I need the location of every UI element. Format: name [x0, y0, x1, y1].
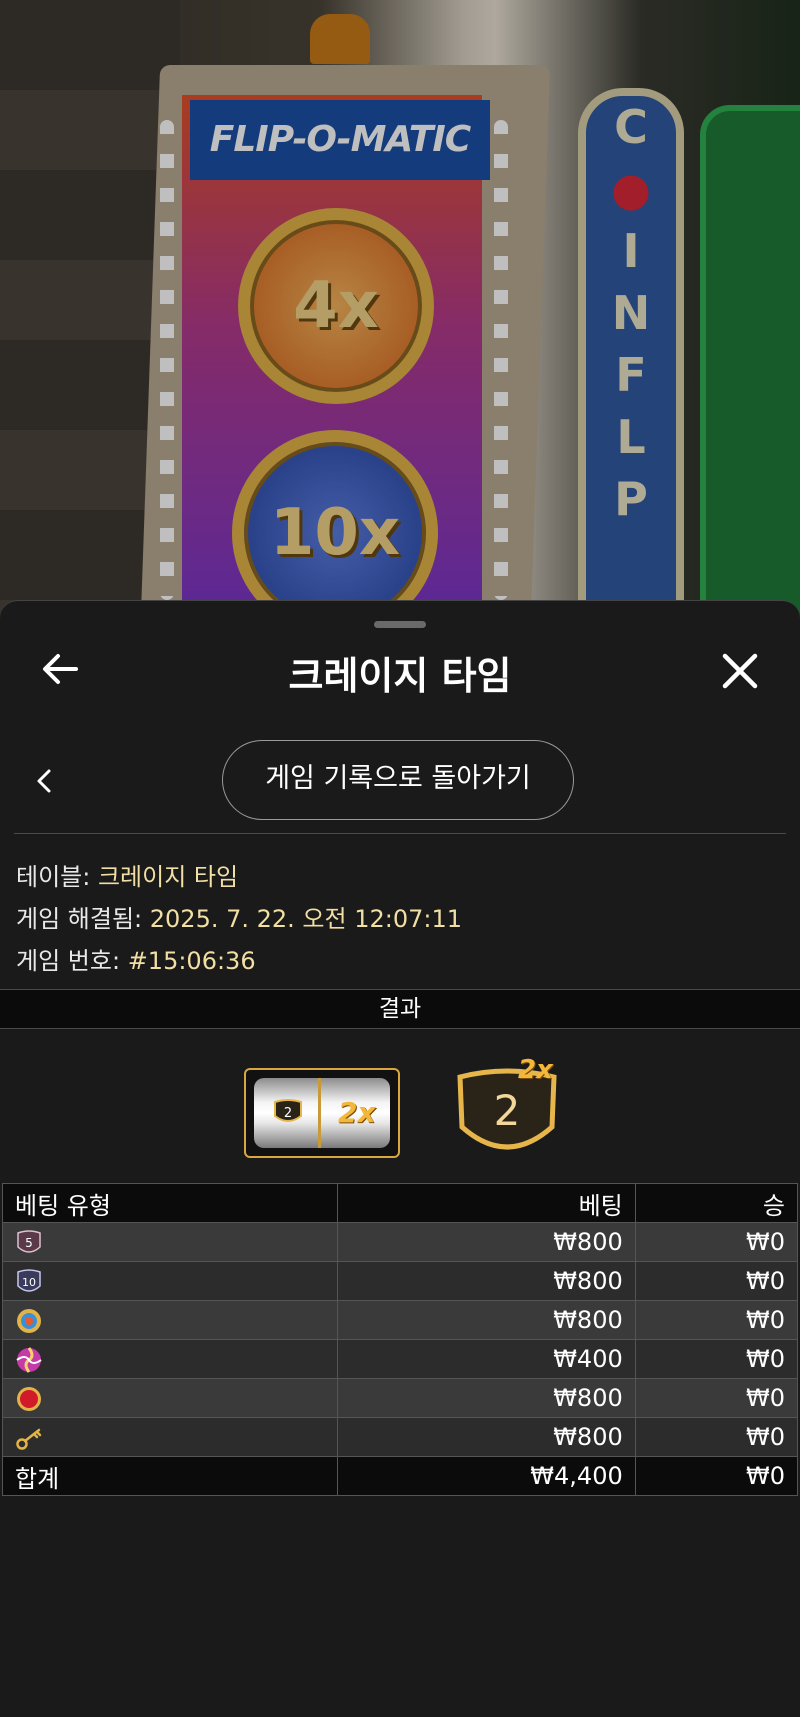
win-amount: ₩0 — [634, 1378, 799, 1418]
game-number-label: 게임 번호: — [16, 947, 121, 975]
resolved-label: 게임 해결됨: — [16, 905, 143, 933]
total-bet: ₩4,400 — [337, 1456, 636, 1496]
bet-amount: ₩800 — [337, 1261, 636, 1301]
close-icon[interactable] — [720, 651, 760, 691]
table-header-row: 베팅 유형 베팅 승 — [2, 1183, 799, 1223]
win-amount: ₩0 — [634, 1339, 799, 1379]
bet-amount: ₩800 — [337, 1222, 636, 1262]
section-divider — [14, 833, 786, 834]
bet-amount: ₩400 — [337, 1339, 636, 1379]
table-info: 테이블: 크레이지 타임 — [16, 857, 238, 892]
crazy-time-key-icon — [16, 1428, 42, 1450]
win-amount: ₩0 — [634, 1261, 799, 1301]
pachinko-icon — [16, 1346, 42, 1373]
game-number-info: 게임 번호: #15:06:36 — [16, 941, 256, 976]
cash-hunt-icon — [17, 1386, 41, 1411]
resolved-value: 2025. 7. 22. 오전 12:07:11 — [149, 905, 463, 933]
video-dim-overlay — [0, 0, 800, 620]
column-win: 승 — [634, 1183, 799, 1223]
coin-flip-icon — [17, 1308, 41, 1333]
table-row: 5 ₩800 ₩0 — [2, 1222, 799, 1262]
table-row: 10 ₩800 ₩0 — [2, 1261, 799, 1301]
back-to-history-button[interactable]: 게임 기록으로 돌아가기 — [222, 740, 574, 820]
slot-multiplier: 2x — [338, 1096, 376, 1129]
shield-2-icon: 2 — [274, 1099, 302, 1122]
bet-type-cell — [2, 1417, 338, 1457]
icon-text: 10 — [22, 1276, 36, 1289]
slot-separator — [318, 1078, 321, 1148]
bets-table: 베팅 유형 베팅 승 5 ₩800 ₩0 10 ₩800 ₩0 ₩800 ₩0 … — [2, 1183, 799, 1496]
icon-text: 5 — [25, 1236, 33, 1250]
sheet-drag-handle[interactable] — [374, 621, 426, 628]
column-bet-type: 베팅 유형 — [2, 1183, 338, 1223]
total-label: 합계 — [2, 1456, 338, 1496]
slot-value: 2 — [284, 1106, 292, 1121]
table-total-row: 합계 ₩4,400 ₩0 — [2, 1456, 799, 1496]
bet-type-cell — [2, 1378, 338, 1418]
win-amount: ₩0 — [634, 1300, 799, 1340]
shield-5-icon: 5 — [17, 1229, 41, 1253]
bet-amount: ₩800 — [337, 1300, 636, 1340]
live-video-background: FLIP-O-MATIC 4x 10x C ● I N F L P — [0, 0, 800, 620]
bet-amount: ₩800 — [337, 1378, 636, 1418]
table-row: ₩800 ₩0 — [2, 1378, 799, 1418]
bet-type-cell — [2, 1300, 338, 1340]
table-row: ₩400 ₩0 — [2, 1339, 799, 1379]
results-header: 결과 — [0, 989, 800, 1029]
total-win: ₩0 — [634, 1456, 799, 1496]
resolved-info: 게임 해결됨: 2025. 7. 22. 오전 12:07:11 — [16, 899, 462, 934]
bet-type-cell — [2, 1339, 338, 1379]
game-number-value: #15:06:36 — [127, 947, 256, 975]
table-label: 테이블: — [16, 863, 91, 891]
bet-type-cell: 5 — [2, 1222, 338, 1262]
chevron-left-icon[interactable] — [30, 766, 60, 796]
sheet-title: 크레이지 타임 — [288, 654, 512, 698]
outcome-value: 2 — [494, 1086, 521, 1135]
game-details-sheet: 크레이지 타임 게임 기록으로 돌아가기 테이블: 크레이지 타임 게임 해결됨… — [0, 600, 800, 1717]
outcome-multiplier: 2x — [518, 1055, 553, 1085]
win-amount: ₩0 — [634, 1222, 799, 1262]
bet-type-cell: 10 — [2, 1261, 338, 1301]
column-bet: 베팅 — [337, 1183, 636, 1223]
table-row: ₩800 ₩0 — [2, 1300, 799, 1340]
shield-10-icon: 10 — [17, 1268, 41, 1292]
bet-amount: ₩800 — [337, 1417, 636, 1457]
win-amount: ₩0 — [634, 1417, 799, 1457]
table-value: 크레이지 타임 — [97, 863, 239, 891]
top-slot-result: 2 2x — [244, 1068, 400, 1158]
table-row: ₩800 ₩0 — [2, 1417, 799, 1457]
